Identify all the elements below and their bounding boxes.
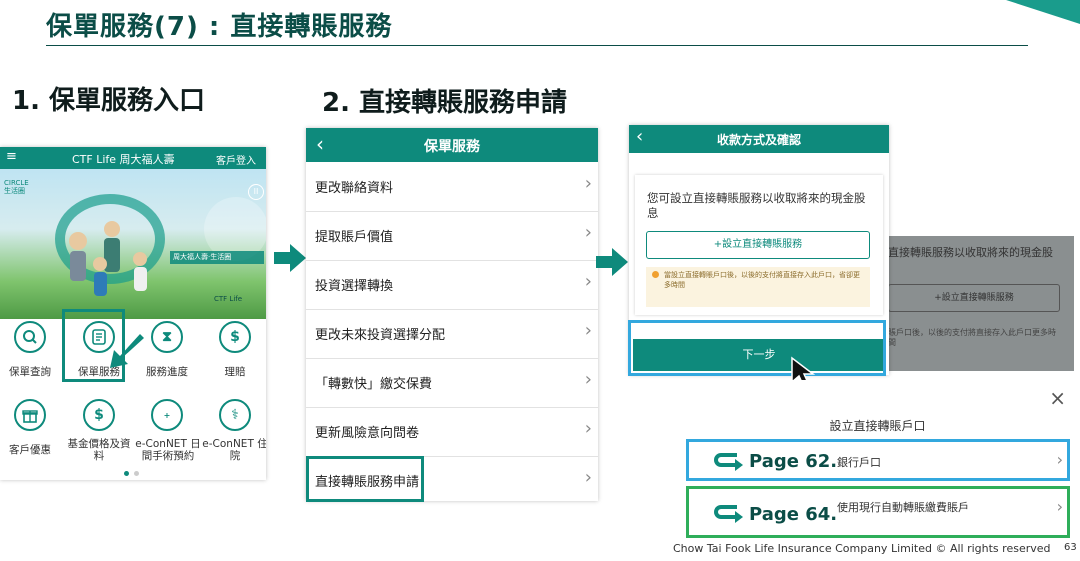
services-title: 保單服務 xyxy=(424,139,480,155)
menu-item[interactable]: 更新風險意向問卷 › xyxy=(306,408,598,457)
notice-box: 當設立直接轉賬戶口後，以後的支付將直接存入此戶口，省卻更多時間 xyxy=(646,267,870,307)
book-icon[interactable]: + xyxy=(151,399,183,431)
grid-label-claims: 理賠 xyxy=(224,366,246,378)
chevron-right-icon: › xyxy=(584,222,592,243)
option-existing-autopay[interactable]: Page 64. 使用現行自動轉賬繳費賬戶 › xyxy=(686,486,1070,538)
menu-item-label: 提取賬戶價值 xyxy=(315,230,394,245)
menu-item-label: 「轉數快」繳交保費 xyxy=(315,377,433,392)
page-ref: Page 64. xyxy=(749,504,838,525)
setup-direct-transfer-button[interactable]: +設立直接轉賬服務 xyxy=(646,231,870,259)
menu-item[interactable]: 「轉數快」繳交保費 › xyxy=(306,359,598,408)
slide-title: 保單服務(7) : 直接轉賬服務 xyxy=(46,12,393,42)
pointer-arrow-icon xyxy=(110,334,144,368)
app-header: ≡ CTF Life 周大福人壽 客戶登入 xyxy=(0,147,266,169)
chevron-right-icon: › xyxy=(584,173,592,194)
close-icon[interactable]: × xyxy=(1049,386,1066,410)
page-dot-active xyxy=(124,471,129,476)
chevron-right-icon: › xyxy=(1056,497,1063,516)
hourglass-icon[interactable]: ⧗ xyxy=(151,321,183,353)
phone-home-screen: ≡ CTF Life 周大福人壽 客戶登入 CIRCLE 生活圈 周大福人壽·生… xyxy=(0,147,266,480)
dollar-icon[interactable]: $ xyxy=(83,399,115,431)
chevron-right-icon: › xyxy=(584,271,592,292)
services-header: ‹ 保單服務 xyxy=(306,128,598,162)
menu-item-label: 投資選擇轉換 xyxy=(315,279,394,294)
option-label: 銀行戶口 xyxy=(837,456,881,469)
menu-item-label: 更改聯絡資料 xyxy=(315,181,394,196)
title-divider xyxy=(46,45,1028,46)
menu-item[interactable]: 投資選擇轉換 › xyxy=(306,261,598,310)
copyright-footer: Chow Tai Fook Life Insurance Company Lim… xyxy=(673,542,1051,555)
page-dot xyxy=(134,471,139,476)
payment-title: 收款方式及確認 xyxy=(716,133,801,147)
app-brand: CTF Life 周大福人壽 xyxy=(72,153,175,166)
chevron-right-icon: › xyxy=(1056,450,1063,469)
chevron-right-icon: › xyxy=(584,320,592,341)
menu-item-label: 更改未來投資選擇分配 xyxy=(315,328,446,343)
flow-arrow-icon xyxy=(596,248,628,276)
hospital-icon[interactable]: ⚕ xyxy=(219,399,251,431)
menu-item[interactable]: 提取賬戶價值 › xyxy=(306,212,598,261)
grid-label-service-progress: 服務進度 xyxy=(146,366,188,378)
return-arrow-icon xyxy=(714,505,743,523)
grid-label-fund-prices: 基金價格及資料 xyxy=(67,438,131,462)
flow-arrow-icon xyxy=(274,244,306,272)
step2-heading: 2. 直接轉賬服務申請 xyxy=(322,88,568,118)
highlight-next-button xyxy=(628,320,886,376)
grid-label-econnet-day-surgery: e-ConNET 日間手術預約 xyxy=(135,438,201,462)
step1-heading: 1. 保單服務入口 xyxy=(12,86,206,116)
menu-item-label: 更新風險意向問卷 xyxy=(315,426,420,441)
promo-banner[interactable]: CIRCLE 生活圈 周大福人壽·生活圈 CTF Life II xyxy=(0,169,266,319)
chevron-right-icon: › xyxy=(584,467,592,488)
bg-description: 直接轉賬服務以收取將來的現金股 xyxy=(888,246,1053,259)
search-icon[interactable] xyxy=(14,321,46,353)
highlight-direct-transfer xyxy=(306,456,424,502)
bg-setup-button: +設立直接轉賬服務 xyxy=(888,284,1060,312)
gift-icon[interactable] xyxy=(14,399,46,431)
payment-card: 您可設立直接轉賬服務以收取將來的現金股息 +設立直接轉賬服務 當設立直接轉賬戶口… xyxy=(635,175,883,315)
warning-icon xyxy=(652,271,659,278)
grid-label-offers: 客戶優惠 xyxy=(9,444,51,456)
return-arrow-icon xyxy=(714,453,743,471)
notice-text: 當設立直接轉賬戶口後，以後的支付將直接存入此戶口，省卻更多時間 xyxy=(664,271,860,289)
chevron-right-icon: › xyxy=(584,418,592,439)
background-overlay-screen: 直接轉賬服務以收取將來的現金股 +設立直接轉賬服務 賬戶口後，以後的支付將直接存… xyxy=(884,236,1074,371)
payment-header: ‹ 收款方式及確認 xyxy=(629,125,889,153)
option-bank-account[interactable]: Page 62. 銀行戶口 › xyxy=(686,439,1070,481)
chevron-right-icon: › xyxy=(584,369,592,390)
login-link[interactable]: 客戶登入 xyxy=(216,152,256,167)
page-ref: Page 62. xyxy=(749,451,838,472)
corner-accent xyxy=(976,0,1080,28)
payment-description: 您可設立直接轉賬服務以收取將來的現金股息 xyxy=(647,191,866,220)
hamburger-menu-icon[interactable]: ≡ xyxy=(6,149,17,164)
option-label: 使用現行自動轉賬繳費賬戶 xyxy=(837,501,969,514)
phone-policy-services: ‹ 保單服務 更改聯絡資料 › 提取賬戶價值 › 投資選擇轉換 › 更改未來投資選擇分… xyxy=(306,128,598,501)
banner-logo: CTF Life xyxy=(214,295,243,303)
banner-caption: 周大福人壽·生活圈 xyxy=(170,251,264,264)
bg-notice: 賬戶口後，以後的支付將直接存入此戶口更多時間 xyxy=(888,328,1056,347)
sheet-title: 設立直接轉賬戶口 xyxy=(829,419,926,433)
page-number: 63 xyxy=(1064,542,1077,553)
pause-icon[interactable]: II xyxy=(248,184,264,200)
menu-item[interactable]: 更改聯絡資料 › xyxy=(306,163,598,212)
grid-label-policy-query: 保單查詢 xyxy=(9,366,51,378)
grid-label-econnet-hospital: e-ConNET 住院 xyxy=(202,438,266,462)
shield-dollar-icon[interactable]: $ xyxy=(219,321,251,353)
menu-item[interactable]: 更改未來投資選擇分配 › xyxy=(306,310,598,359)
